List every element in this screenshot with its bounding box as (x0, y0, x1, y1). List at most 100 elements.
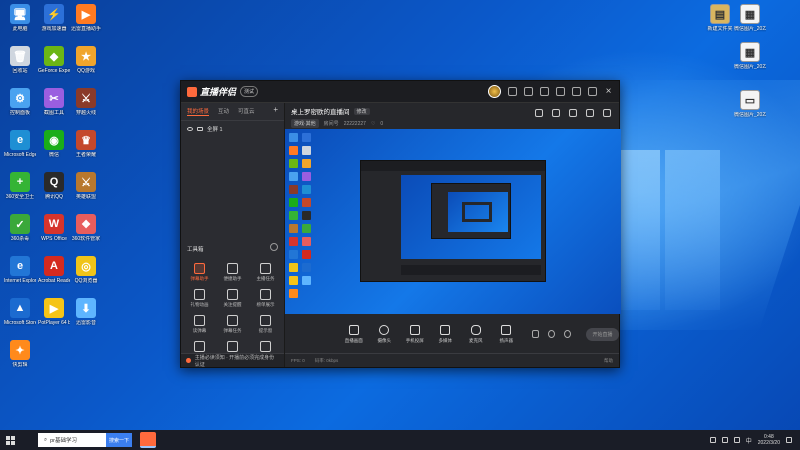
desktop-icon[interactable]: +360安全卫士 (4, 172, 36, 200)
desktop-icon[interactable]: A Acrobat Reader DC (38, 256, 70, 284)
desktop-icon[interactable]: ▤ 新建文件夹 (704, 4, 736, 32)
media-button[interactable]: 多媒体 (435, 324, 457, 344)
phone-cast-button[interactable]: 手机投屏 (404, 324, 426, 344)
desktop-icon[interactable]: ◎ QQ浏览器 (70, 256, 102, 284)
live-preview[interactable] (285, 129, 621, 314)
screen-capture-button[interactable]: 直播画面 (343, 324, 365, 344)
desktop-icon[interactable]: ▭ 微信图片_2022031... (734, 90, 766, 118)
desktop-icon[interactable]: Q 腾讯QQ (38, 172, 70, 200)
desktop-icon[interactable]: ♛ 王者荣耀 (70, 130, 102, 158)
preview-icon (289, 263, 298, 272)
app-window[interactable]: 直播伴侣 测试 × 我的场景 互动 可直云 + 全屏 1 工具箱 弹幕助手 便捷助… (180, 80, 621, 368)
start-button[interactable] (0, 430, 20, 450)
toolbox-item[interactable]: 礼物动画 (183, 289, 216, 308)
gear-icon[interactable] (563, 330, 571, 338)
desktop-icon[interactable]: ▦ 微信图片_2022022... (734, 42, 766, 70)
app-icon: ✓ (10, 214, 30, 234)
settings-icon[interactable] (524, 87, 533, 96)
eye-icon[interactable] (187, 127, 193, 131)
network-icon[interactable] (721, 437, 728, 443)
desktop-icon[interactable]: ★ QQ游戏 (70, 46, 102, 74)
volume-icon[interactable] (733, 437, 740, 443)
help-link[interactable]: 帮助 (604, 358, 613, 364)
microphone-button[interactable]: 麦克风 (465, 324, 487, 344)
desktop-icon[interactable]: 🗑 回收站 (4, 46, 36, 74)
taskbar-app-live-assistant[interactable] (140, 432, 156, 448)
category-selector[interactable]: 游戏·其他 (291, 119, 319, 128)
ime-indicator[interactable]: 中 (746, 436, 752, 445)
preview-icon (289, 224, 298, 233)
menu-icon[interactable] (556, 87, 565, 96)
app-icon: e (10, 130, 30, 150)
toolbox-item[interactable]: 关注提醒 (216, 289, 249, 308)
desktop-icon[interactable]: ⚙ 控制面板 (4, 88, 36, 116)
taskbar-search-input[interactable]: ⌕ pr基础学习 (38, 433, 106, 447)
desktop-icon[interactable]: e Internet Explorer (4, 256, 36, 284)
desktop-icon[interactable]: 🖥 此电脑 (4, 4, 36, 32)
notification-icon[interactable] (786, 437, 792, 443)
desktop-icon[interactable]: ▲ Microsoft Store (4, 298, 36, 326)
camera-button[interactable]: 摄像头 (374, 324, 396, 344)
add-scene-button[interactable]: + (273, 106, 278, 116)
gift-icon[interactable] (535, 109, 543, 117)
desktop-icon[interactable]: ✓ 360杀毒 (4, 214, 36, 242)
message-icon[interactable] (508, 87, 517, 96)
notice-bar[interactable]: 主播必读须知 · 开播前必须完成身份认证 (181, 353, 284, 368)
desktop-icon[interactable]: e Microsoft Edge (4, 130, 36, 158)
toolbox-item[interactable]: 读弹幕 (183, 315, 216, 334)
title-bar[interactable]: 直播伴侣 测试 × (181, 81, 619, 103)
preview-icon (302, 198, 311, 207)
shirt-icon[interactable] (540, 87, 549, 96)
search-button[interactable]: 搜索一下 (106, 433, 132, 447)
lock-icon[interactable] (569, 109, 577, 117)
chevron-up-icon[interactable] (709, 437, 716, 443)
edit-title-button[interactable]: 修改 (353, 107, 370, 115)
share-icon[interactable] (603, 109, 611, 117)
tab-my-scenes[interactable]: 我的场景 (187, 107, 210, 116)
desktop-icon[interactable]: ⚔ 英雄联盟 (70, 172, 102, 200)
room-title: 桌上罗密欧的直播间 (291, 109, 350, 116)
scene-item[interactable]: 全屏 1 (181, 121, 284, 137)
desktop-icon[interactable]: ◉ 微信 (38, 130, 70, 158)
toolbox-item[interactable]: 主播任务 (249, 263, 282, 282)
preview-icon (302, 146, 311, 155)
speaker-button[interactable]: 扬声器 (496, 324, 518, 344)
toolbox-collapse-icon[interactable] (270, 243, 278, 251)
desktop-icon-label: 微信图片_2022022... (734, 64, 766, 70)
toolbox-item[interactable]: 榜单展示 (249, 289, 282, 308)
shop-icon[interactable] (552, 109, 560, 117)
toolbox-item[interactable]: 提示窗 (249, 315, 282, 334)
clock[interactable]: 0:48 2022/3/20 (758, 434, 780, 446)
preview-icon (289, 211, 298, 220)
tab-cloud[interactable]: 可直云 (238, 107, 255, 116)
desktop-icon[interactable]: ⚡ 游戏加速器 (38, 4, 70, 32)
close-icon[interactable]: × (604, 87, 613, 97)
desktop-icon[interactable]: ⬇ 迅雷影音 (70, 298, 102, 326)
desktop-icon[interactable]: ✦ 快剪辑 (4, 340, 36, 368)
desktop-icon[interactable]: ◆ GeForce Experience (38, 46, 70, 74)
preview-icon (302, 276, 311, 285)
likes-count: 0 (380, 120, 384, 127)
desktop-icon[interactable]: ✂ 截图工具 (38, 88, 70, 116)
app-icon: ★ (76, 46, 96, 66)
start-live-button[interactable]: 开始直播 (585, 327, 619, 341)
desktop-icon[interactable]: ▦ 微信图片_2022022... (734, 4, 766, 32)
desktop-icon[interactable]: ▶ 迅雷直播助手 (70, 4, 102, 32)
minimize-icon[interactable] (572, 87, 581, 96)
bell-icon[interactable] (586, 109, 594, 117)
file-icon: ▦ (740, 42, 760, 62)
tab-interaction[interactable]: 互动 (218, 107, 229, 116)
toolbox-item[interactable]: 便捷助手 (216, 263, 249, 282)
record-icon[interactable] (532, 330, 539, 338)
user-avatar[interactable] (488, 85, 501, 98)
desktop-icon[interactable]: ❖ 360软件管家 (70, 214, 102, 242)
maximize-icon[interactable] (588, 87, 597, 96)
desktop-icon[interactable]: ⚔ 穿越火线 (70, 88, 102, 116)
eye-icon[interactable] (547, 330, 555, 338)
desktop-icon[interactable]: W WPS Office (38, 214, 70, 242)
app-icon: ✂ (44, 88, 64, 108)
lock-icon[interactable] (197, 127, 203, 131)
toolbox-item[interactable]: 弹幕助手 (183, 263, 216, 282)
toolbox-item[interactable]: 弹幕任务 (216, 315, 249, 334)
desktop-icon[interactable]: ▶ PotPlayer 64 bit (38, 298, 70, 326)
